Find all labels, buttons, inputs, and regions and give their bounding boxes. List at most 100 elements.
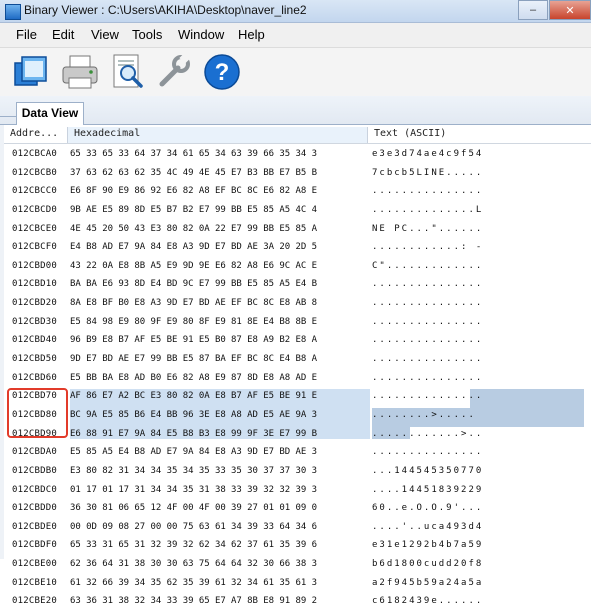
menu-tools[interactable]: Tools [132,27,162,42]
hex-row[interactable]: 012CBDC0 01 17 01 17 31 34 34 35 31 38 33… [4,481,591,500]
row-hex[interactable]: E5 BB BA E8 AD B0 E6 82 A8 E9 87 8D E8 A… [70,369,366,387]
column-text[interactable]: Text (ASCII) [368,127,591,143]
hex-grid[interactable]: 012CBCA0 65 33 65 33 64 37 34 61 65 34 63… [4,145,591,611]
row-hex[interactable]: AF 86 E7 A2 BC E3 80 82 0A E8 B7 AF E5 B… [70,387,366,405]
row-address: 012CBCA0 [12,149,57,159]
hex-row[interactable]: 012CBCF0 E4 B8 AD E7 9A 84 E8 A3 9D E7 BD… [4,238,591,257]
hex-row[interactable]: 012CBDF0 65 33 31 65 31 32 39 32 62 34 62… [4,536,591,555]
row-text[interactable]: ............... [372,443,587,461]
row-hex[interactable]: 9B AE E5 89 8D E5 B7 B2 E7 99 BB E5 85 A… [70,201,366,219]
row-hex[interactable]: 63 36 31 38 32 34 33 39 65 E7 A7 8B E8 9… [70,592,366,610]
row-text[interactable]: ............... [372,294,587,312]
menu-file[interactable]: File [16,27,37,42]
row-hex[interactable]: E6 88 91 E7 9A 84 E5 B8 B3 E8 99 9F 3E E… [70,425,366,443]
row-text[interactable]: e3e3d74ae4c9f54 [372,145,587,163]
hex-row[interactable]: 012CBCD0 9B AE E5 89 8D E5 B7 B2 E7 99 BB… [4,201,591,220]
row-text[interactable]: ....14451839229 [372,481,587,499]
row-text[interactable]: ..............L [372,201,587,219]
tools-wrench-icon[interactable] [154,52,194,92]
menu-edit[interactable]: Edit [52,27,74,42]
hex-row[interactable]: 012CBCA0 65 33 65 33 64 37 34 61 65 34 63… [4,145,591,164]
row-text[interactable]: ....'..uca493d4 [372,518,587,536]
row-text[interactable]: ............... [372,182,587,200]
hex-row[interactable]: 012CBDD0 36 30 81 06 65 12 4F 00 4F 00 39… [4,499,591,518]
row-text[interactable]: ...144545350770 [372,462,587,480]
row-hex[interactable]: 4E 45 20 50 43 E3 80 82 0A 22 E7 99 BB E… [70,220,366,238]
row-text[interactable]: ............... [372,275,587,293]
row-text[interactable]: ............... [372,331,587,349]
row-hex[interactable]: 62 36 64 31 38 30 30 63 75 64 64 32 30 6… [70,555,366,573]
column-hex[interactable]: Hexadecimal [68,127,368,143]
row-hex[interactable]: 9D E7 BD AE E7 99 BB E5 87 BA EF BC 8C E… [70,350,366,368]
row-address: 012CBDF0 [12,540,57,551]
row-hex[interactable]: BC 9A E5 85 B6 E4 BB 96 3E E8 A8 AD E5 A… [70,406,366,424]
inspect-icon[interactable] [108,52,148,92]
row-text[interactable]: 7cbcb5LINE..... [372,164,587,182]
row-hex[interactable]: 36 30 81 06 65 12 4F 00 4F 00 39 27 01 0… [70,499,366,517]
row-hex[interactable]: 65 33 31 65 31 32 39 32 62 34 62 37 61 3… [70,536,366,554]
hex-row[interactable]: 012CBD60 E5 BB BA E8 AD B0 E6 82 A8 E9 87… [4,369,591,388]
row-text[interactable]: 60..e.O.O.9'... [372,499,587,517]
hex-row[interactable]: 012CBD90 E6 88 91 E7 9A 84 E5 B8 B3 E8 99… [4,425,591,444]
row-text[interactable]: ............... [372,313,587,331]
svg-text:?: ? [215,59,230,86]
row-hex[interactable]: E4 B8 AD E7 9A 84 E8 A3 9D E7 BD AE 3A 2… [70,238,366,256]
hex-row[interactable]: 012CBE00 62 36 64 31 38 30 30 63 75 64 64… [4,555,591,574]
row-hex[interactable]: 96 B9 E8 B7 AF E5 BE 91 E5 B0 87 E8 A9 B… [70,331,366,349]
print-icon[interactable] [60,52,100,92]
hex-row[interactable]: 012CBDA0 E5 85 A5 E4 B8 AD E7 9A 84 E8 A3… [4,443,591,462]
row-text[interactable]: a2f945b59a24a5a [372,574,587,592]
row-hex[interactable]: 43 22 0A E8 8B A5 E9 9D 9E E6 82 A8 E6 9… [70,257,366,275]
hex-row[interactable]: 012CBD30 E5 84 98 E9 80 9F E9 80 8F E9 81… [4,313,591,332]
row-hex[interactable]: 65 33 65 33 64 37 34 61 65 34 63 39 66 3… [70,145,366,163]
hex-row[interactable]: 012CBE10 61 32 66 39 34 35 62 35 39 61 32… [4,574,591,593]
hex-row[interactable]: 012CBD80 BC 9A E5 85 B6 E4 BB 96 3E E8 A8… [4,406,591,425]
help-icon[interactable]: ? [202,52,242,92]
row-hex[interactable]: E5 85 A5 E4 B8 AD E7 9A 84 E8 A3 9D E7 B… [70,443,366,461]
toolbar: ? [0,48,591,97]
hex-row[interactable]: 012CBD00 43 22 0A E8 8B A5 E9 9D 9E E6 82… [4,257,591,276]
row-hex[interactable]: E3 80 82 31 34 34 35 34 35 33 35 30 37 3… [70,462,366,480]
row-hex[interactable]: BA BA E6 93 8D E4 BD 9C E7 99 BB E5 85 A… [70,275,366,293]
hex-row[interactable]: 012CBDE0 00 0D 09 08 27 00 00 75 63 61 34… [4,518,591,537]
hex-row[interactable]: 012CBD40 96 B9 E8 B7 AF E5 BE 91 E5 B0 87… [4,331,591,350]
row-text[interactable]: ............>.. [372,425,587,443]
open-icon[interactable] [12,52,52,92]
row-text[interactable]: ............... [372,387,587,405]
row-text[interactable]: e31e1292b4b7a59 [372,536,587,554]
menu-view[interactable]: View [91,27,119,42]
row-hex[interactable]: 61 32 66 39 34 35 62 35 39 61 32 34 61 3… [70,574,366,592]
hex-row[interactable]: 012CBD70 AF 86 E7 A2 BC E3 80 82 0A E8 B7… [4,387,591,406]
row-address: 012CBE20 [12,596,57,607]
hex-row[interactable]: 012CBCB0 37 63 62 63 62 35 4C 49 4E 45 E7… [4,164,591,183]
row-text[interactable]: ............... [372,369,587,387]
hex-row[interactable]: 012CBD20 8A E8 BF B0 E8 A3 9D E7 BD AE EF… [4,294,591,313]
minimize-button[interactable]: – [518,0,548,20]
row-hex[interactable]: 37 63 62 63 62 35 4C 49 4E 45 E7 B3 BB E… [70,164,366,182]
row-hex[interactable]: E6 8F 90 E9 86 92 E6 82 A8 EF BC 8C E6 8… [70,182,366,200]
row-text[interactable]: ............... [372,350,587,368]
row-hex[interactable]: 00 0D 09 08 27 00 00 75 63 61 34 39 33 6… [70,518,366,536]
hex-row[interactable]: 012CBCE0 4E 45 20 50 43 E3 80 82 0A 22 E7… [4,220,591,239]
menu-help[interactable]: Help [238,27,265,42]
row-address: 012CBD20 [12,298,57,309]
row-hex[interactable]: E5 84 98 E9 80 9F E9 80 8F E9 81 8E E4 B… [70,313,366,331]
row-text[interactable]: NE PC..."...... [372,220,587,238]
hex-row[interactable]: 012CBE20 63 36 31 38 32 34 33 39 65 E7 A7… [4,592,591,611]
menu-window[interactable]: Window [178,27,224,42]
row-text[interactable]: C"............. [372,257,587,275]
hex-row[interactable]: 012CBD50 9D E7 BD AE E7 99 BB E5 87 BA EF… [4,350,591,369]
row-text[interactable]: ............: - [372,238,587,256]
column-header: Addre... Hexadecimal Text (ASCII) [4,125,591,144]
hex-row[interactable]: 012CBDB0 E3 80 82 31 34 34 35 34 35 33 35… [4,462,591,481]
column-address[interactable]: Addre... [4,127,68,143]
tab-data-view[interactable]: Data View [16,102,84,125]
row-text[interactable]: ........>..... [372,406,587,424]
close-button[interactable]: ✕ [549,0,591,20]
row-hex[interactable]: 8A E8 BF B0 E8 A3 9D E7 BD AE EF BC 8C E… [70,294,366,312]
row-text[interactable]: b6d1800cudd20f8 [372,555,587,573]
row-hex[interactable]: 01 17 01 17 31 34 34 35 31 38 33 39 32 3… [70,481,366,499]
hex-row[interactable]: 012CBCC0 E6 8F 90 E9 86 92 E6 82 A8 EF BC… [4,182,591,201]
row-text[interactable]: c6182439e...... [372,592,587,610]
hex-row[interactable]: 012CBD10 BA BA E6 93 8D E4 BD 9C E7 99 BB… [4,275,591,294]
